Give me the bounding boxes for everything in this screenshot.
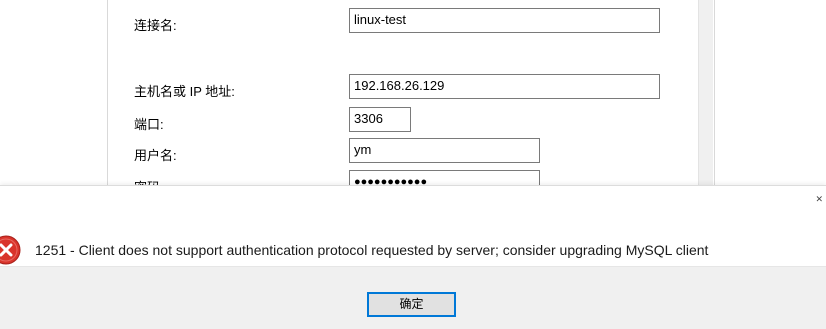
password-label: 密码 xyxy=(134,177,160,185)
password-field[interactable]: ●●●●●●●●●●● xyxy=(349,170,540,185)
host-field[interactable]: 192.168.26.129 xyxy=(349,74,660,99)
error-x-icon xyxy=(0,235,21,265)
port-label: 端口: xyxy=(134,117,164,132)
error-dialog: ✕ 1251 - Client does not support authent… xyxy=(0,185,826,329)
close-icon[interactable]: ✕ xyxy=(815,194,823,205)
panel-scroll-strip xyxy=(698,0,713,185)
username-label: 用户名: xyxy=(134,148,177,163)
dialog-footer: 确定 xyxy=(0,266,826,329)
connection-name-label: 连接名: xyxy=(134,18,177,33)
connection-name-field[interactable]: linux-test xyxy=(349,8,660,33)
ok-button[interactable]: 确定 xyxy=(367,292,456,317)
error-message: 1251 - Client does not support authentic… xyxy=(35,242,709,258)
port-field[interactable]: 3306 xyxy=(349,107,411,132)
host-label: 主机名或 IP 地址: xyxy=(134,84,235,99)
username-field[interactable]: ym xyxy=(349,138,540,163)
password-mask: ●●●●●●●●●●● xyxy=(354,176,428,186)
